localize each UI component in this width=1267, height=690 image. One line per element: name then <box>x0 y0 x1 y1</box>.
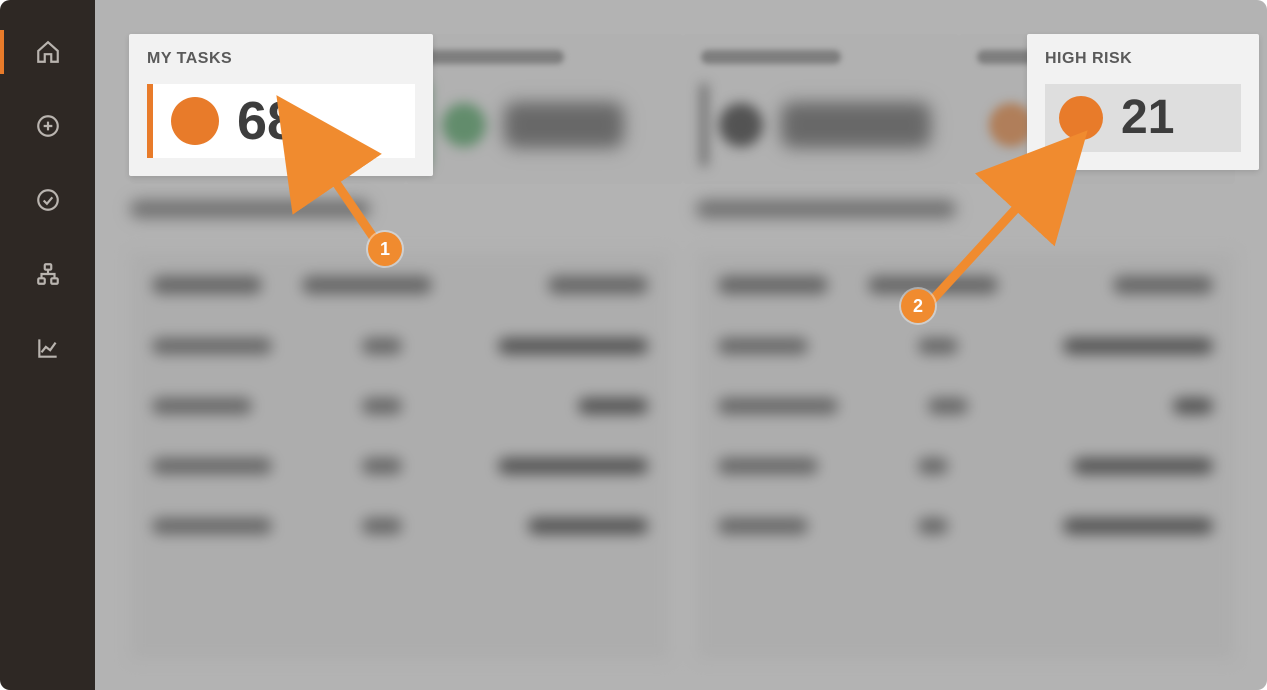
tables-area <box>130 200 1235 660</box>
add-icon <box>35 113 61 139</box>
callout-badge-1: 1 <box>368 232 402 266</box>
status-dot-icon <box>1059 96 1103 140</box>
stat-card-value: 21 <box>1121 94 1174 142</box>
check-icon <box>35 187 61 213</box>
stat-card-value-box: 68 <box>147 84 415 158</box>
sidebar-item-add[interactable] <box>0 106 95 146</box>
home-icon <box>35 39 61 65</box>
callout-number: 2 <box>913 296 923 317</box>
table-left <box>130 200 670 660</box>
stat-card-title: HIGH RISK <box>1045 50 1241 68</box>
chart-icon <box>35 335 61 361</box>
callout-badge-2: 2 <box>901 289 935 323</box>
sidebar-item-chart[interactable] <box>0 328 95 368</box>
stat-card-value: 68 <box>237 94 297 148</box>
callout-number: 1 <box>380 239 390 260</box>
network-icon <box>35 261 61 287</box>
stat-card-my-tasks[interactable]: MY TASKS 68 <box>129 34 433 176</box>
status-dot-icon <box>171 97 219 145</box>
sidebar-item-home[interactable] <box>0 32 95 72</box>
table-right <box>696 200 1236 660</box>
stat-card-value-box: 21 <box>1045 84 1241 152</box>
stat-card-placeholder-2 <box>406 34 682 184</box>
stat-card-title: MY TASKS <box>147 50 415 68</box>
sidebar <box>0 0 95 690</box>
sidebar-item-network[interactable] <box>0 254 95 294</box>
sidebar-item-check[interactable] <box>0 180 95 220</box>
stat-card-placeholder-3 <box>683 34 959 184</box>
stat-card-high-risk[interactable]: HIGH RISK 21 <box>1027 34 1259 170</box>
